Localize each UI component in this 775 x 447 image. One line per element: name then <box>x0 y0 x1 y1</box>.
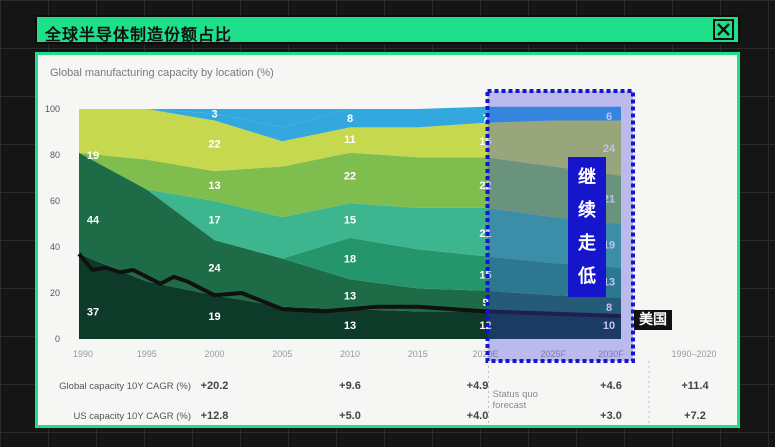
down-callout: 继 续 走 低 <box>568 157 606 297</box>
area-data-label: 13 <box>208 180 220 192</box>
window-titlebar: 全球半导体制造份额占比 <box>35 15 740 44</box>
y-tick-label: 0 <box>55 334 60 344</box>
area-data-label: 3 <box>211 109 217 121</box>
us-label: 美国 <box>634 310 672 330</box>
table-row-label: Global capacity 10Y CAGR (%) <box>59 381 191 392</box>
area-data-label: 22 <box>208 139 220 151</box>
status-quo-label-2: forecast <box>493 400 527 411</box>
close-icon <box>717 23 730 36</box>
area-data-label: 44 <box>87 214 100 226</box>
callout-char-1: 继 <box>578 166 596 187</box>
x-tick-label: 2015 <box>408 349 428 359</box>
y-tick-label: 40 <box>50 242 60 252</box>
table-cell: +4.9 <box>467 380 489 392</box>
callout-char-2: 续 <box>578 199 596 220</box>
area-data-label: 18 <box>344 254 356 266</box>
area-data-label: 24 <box>208 263 221 275</box>
chart-panel: Global manufacturing capacity by locatio… <box>35 52 740 428</box>
table-cell: +20.2 <box>201 380 229 392</box>
window-title: 全球半导体制造份额占比 <box>45 25 233 44</box>
x-tick-label: 1990 <box>73 349 93 359</box>
chart-title: Global manufacturing capacity by locatio… <box>50 67 274 79</box>
y-tick-label: 20 <box>50 288 60 298</box>
x-tick-label: 2000 <box>204 349 224 359</box>
table-cell: +7.2 <box>684 410 706 422</box>
area-data-label: 19 <box>87 150 99 162</box>
area-data-label: 22 <box>344 171 356 183</box>
area-data-label: 11 <box>344 134 356 146</box>
capacity-chart: Global manufacturing capacity by locatio… <box>45 67 717 425</box>
area-data-label: 17 <box>208 214 220 226</box>
x-tick-label-cagr-range: 1990–2020 <box>671 349 716 359</box>
area-data-label: 15 <box>344 214 356 226</box>
y-tick-label: 80 <box>50 150 60 160</box>
y-tick-label: 60 <box>50 196 60 206</box>
table-cell: +12.8 <box>201 410 229 422</box>
forecast-highlight-box <box>485 89 635 363</box>
table-cell: +5.0 <box>339 410 361 422</box>
table-cell: +4.6 <box>600 380 622 392</box>
callout-char-4: 低 <box>577 265 596 286</box>
y-tick-label: 100 <box>45 104 60 114</box>
table-cell: +4.0 <box>467 410 489 422</box>
table-cell: +9.6 <box>339 380 361 392</box>
table-cell: +11.4 <box>681 380 709 392</box>
x-tick-label: 1995 <box>137 349 157 359</box>
area-data-label: 8 <box>347 113 353 125</box>
callout-char-3: 走 <box>578 233 596 253</box>
x-tick-label: 2005 <box>272 349 292 359</box>
area-data-label: 19 <box>208 311 220 323</box>
area-data-label: 13 <box>344 290 356 302</box>
status-quo-label-1: Status quo <box>493 389 538 400</box>
table-cell: +3.0 <box>600 410 622 422</box>
area-data-label: 13 <box>344 320 356 332</box>
table-row-label: US capacity 10Y CAGR (%) <box>73 411 191 422</box>
close-button[interactable] <box>713 19 734 40</box>
area-data-label: 37 <box>87 306 99 318</box>
x-tick-label: 2010 <box>340 349 360 359</box>
